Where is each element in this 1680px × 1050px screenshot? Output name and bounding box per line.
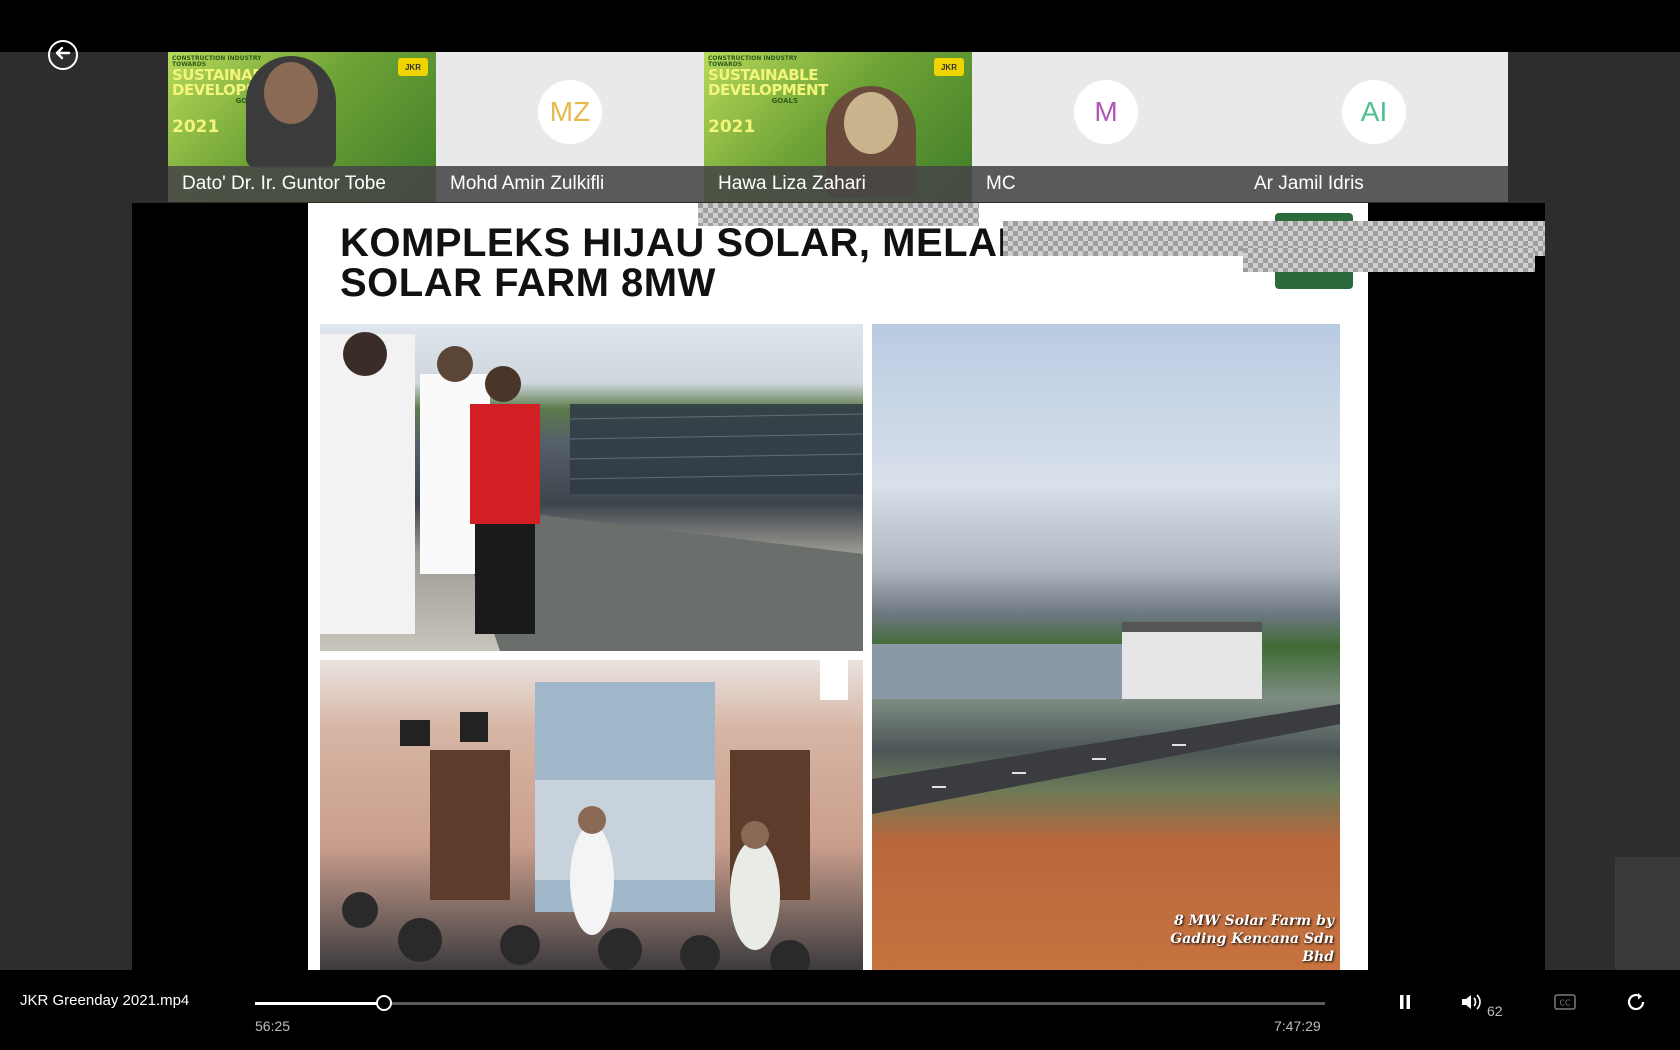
- participant-tile-4[interactable]: M MC: [972, 52, 1240, 202]
- redaction-mask: [1243, 248, 1535, 272]
- seek-bar-progress: [255, 1002, 385, 1005]
- participant-name: Mohd Amin Zulkifli: [436, 166, 704, 202]
- presentation-slide: KOMPLEKS HIJAU SOLAR, MELAKA SOLAR FARM …: [308, 203, 1368, 970]
- back-arrow-icon: [54, 44, 72, 67]
- participant-tile-2[interactable]: MZ Mohd Amin Zulkifli: [436, 52, 704, 202]
- svg-text:CC: CC: [1559, 998, 1571, 1007]
- avatar: MZ: [538, 80, 602, 144]
- photo-caption: 8 MW Solar Farm by Gading Kencana Sdn Bh…: [1170, 913, 1334, 965]
- media-controls: JKR Greenday 2021.mp4 56:25 7:47:29 62 C…: [0, 970, 1680, 1050]
- pause-icon: [1398, 994, 1412, 1015]
- participant-tile-5[interactable]: AI Ar Jamil Idris: [1240, 52, 1508, 202]
- shared-screen: KOMPLEKS HIJAU SOLAR, MELAKA SOLAR FARM …: [132, 203, 1545, 970]
- captions-icon: CC: [1554, 993, 1576, 1015]
- jkr-logo: JKR: [398, 58, 428, 76]
- volume-icon: [1460, 993, 1482, 1016]
- volume-level: 62: [1487, 1003, 1503, 1019]
- participant-name: Ar Jamil Idris: [1240, 166, 1508, 202]
- slide-photo-briefing: [320, 660, 863, 970]
- participant-tile-1[interactable]: CONSTRUCTION INDUSTRY TOWARDS SUSTAINABL…: [168, 52, 436, 202]
- captions-button[interactable]: CC: [1553, 992, 1577, 1016]
- side-panel-tab[interactable]: [1615, 857, 1680, 970]
- jkr-logo: JKR: [934, 58, 964, 76]
- slide-photo-solar-farm: 8 MW Solar Farm by Gading Kencana Sdn Bh…: [872, 324, 1340, 970]
- slide-photo-visit: [320, 324, 863, 651]
- event-banner-text: CONSTRUCTION INDUSTRY TOWARDS SUSTAINABL…: [708, 55, 828, 137]
- participant-strip: CONSTRUCTION INDUSTRY TOWARDS SUSTAINABL…: [168, 52, 1508, 202]
- repeat-button[interactable]: [1622, 990, 1650, 1018]
- seek-bar-thumb[interactable]: [376, 995, 393, 1011]
- repeat-icon: [1624, 990, 1648, 1019]
- participant-video: [246, 56, 336, 168]
- volume-button[interactable]: [1459, 992, 1483, 1016]
- avatar: M: [1074, 80, 1138, 144]
- redaction-mask: [698, 203, 979, 226]
- file-name: JKR Greenday 2021.mp4: [20, 992, 190, 1009]
- total-time: 7:47:29: [1274, 1018, 1321, 1034]
- participant-tile-3[interactable]: CONSTRUCTION INDUSTRY TOWARDS SUSTAINABL…: [704, 52, 972, 202]
- participant-name: Hawa Liza Zahari: [704, 166, 972, 202]
- back-button[interactable]: [48, 40, 78, 70]
- participant-name: MC: [972, 166, 1240, 202]
- top-bar: [0, 0, 1680, 52]
- participant-name: Dato' Dr. Ir. Guntor Tobe: [168, 166, 436, 202]
- seek-bar[interactable]: [255, 995, 1325, 1011]
- avatar: AI: [1342, 80, 1406, 144]
- slide-title: KOMPLEKS HIJAU SOLAR, MELAKA SOLAR FARM …: [340, 221, 1057, 305]
- pause-button[interactable]: [1393, 992, 1417, 1016]
- current-time: 56:25: [255, 1018, 291, 1034]
